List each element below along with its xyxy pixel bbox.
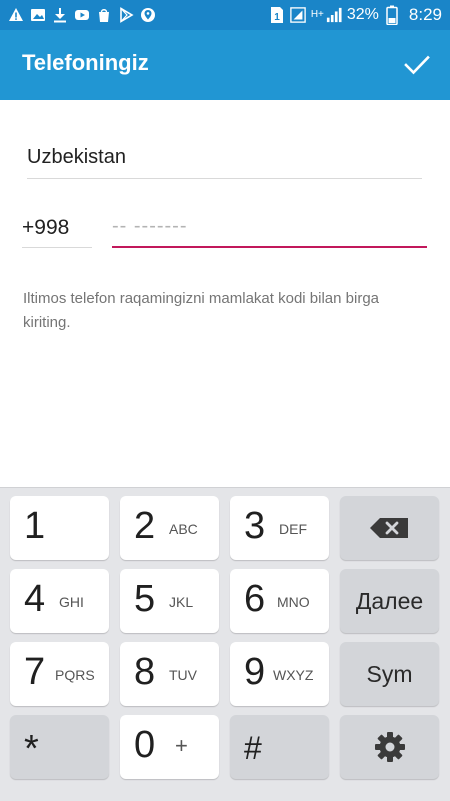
system-icons: 1 H+ 32% 8:29 <box>269 4 442 26</box>
key-symbol: # <box>244 730 262 766</box>
phone-input[interactable] <box>112 212 422 240</box>
gear-icon <box>340 715 439 779</box>
key-letters: JKL <box>169 594 194 610</box>
key-digit: 2 <box>134 505 156 547</box>
signal-strength-icon <box>326 7 342 23</box>
key-0[interactable]: 0 + <box>120 715 219 779</box>
sym-label: Sym <box>366 661 413 687</box>
key-digit: 4 <box>24 578 46 620</box>
notification-icons <box>8 5 156 25</box>
key-letters: MNO <box>277 594 310 610</box>
key-5[interactable]: 5 JKL <box>120 569 219 633</box>
sim-card-icon: 1 <box>269 7 285 23</box>
key-3[interactable]: 3 DEF <box>230 496 329 560</box>
signal-box-icon <box>290 7 306 23</box>
sym-key[interactable]: Sym <box>340 642 439 706</box>
key-digit: 6 <box>244 578 266 620</box>
hint-text: Iltimos telefon raqamingizni mamlakat ko… <box>23 290 380 331</box>
key-letters: DEF <box>279 521 307 537</box>
image-icon <box>30 7 46 23</box>
numeric-keyboard: 1 2 ABC 3 DEF 4 GHI 5 JKL 6 MNO Далее 7 … <box>0 487 450 801</box>
play-store-icon <box>118 7 134 23</box>
check-icon[interactable] <box>402 50 432 80</box>
warning-icon <box>8 7 24 23</box>
country-code-field[interactable]: +998 <box>22 210 92 248</box>
country-name: Uzbekistan <box>27 146 126 168</box>
key-6[interactable]: 6 MNO <box>230 569 329 633</box>
next-label: Далее <box>355 588 424 614</box>
key-letters: PQRS <box>55 667 95 683</box>
shopping-bag-icon <box>96 7 112 23</box>
key-plus: + <box>175 733 188 758</box>
key-digit: 0 <box>134 724 156 766</box>
battery-percent: 32% <box>346 6 379 23</box>
country-select[interactable]: Uzbekistan <box>27 140 422 179</box>
download-icon <box>52 7 68 23</box>
backspace-key[interactable] <box>340 496 439 560</box>
status-bar: 1 H+ 32% 8:29 <box>0 0 450 30</box>
youtube-icon <box>74 7 90 23</box>
settings-key[interactable] <box>340 715 439 779</box>
sim-label: 1 <box>274 12 280 23</box>
network-type-label: H+ <box>310 9 324 20</box>
key-letters: TUV <box>169 667 197 683</box>
key-star[interactable]: * <box>10 715 109 779</box>
phone-number-field[interactable] <box>112 208 427 248</box>
backspace-icon <box>340 496 439 560</box>
key-letters: WXYZ <box>273 667 314 683</box>
location-icon <box>140 7 156 23</box>
key-1[interactable]: 1 <box>10 496 109 560</box>
key-letters: ABC <box>169 521 198 537</box>
key-digit: 3 <box>244 505 266 547</box>
key-7[interactable]: 7 PQRS <box>10 642 109 706</box>
key-digit: 5 <box>134 578 156 620</box>
app-bar: Telefoningiz <box>0 30 450 100</box>
clock: 8:29 <box>408 5 442 24</box>
key-digit: 8 <box>134 651 156 693</box>
battery-icon <box>384 5 400 25</box>
key-4[interactable]: 4 GHI <box>10 569 109 633</box>
key-symbol: * <box>24 728 39 770</box>
key-digit: 7 <box>24 651 46 693</box>
key-digit: 9 <box>244 651 266 693</box>
key-9[interactable]: 9 WXYZ <box>230 642 329 706</box>
key-8[interactable]: 8 TUV <box>120 642 219 706</box>
key-2[interactable]: 2 ABC <box>120 496 219 560</box>
key-digit: 1 <box>24 505 46 547</box>
key-hash[interactable]: # <box>230 715 329 779</box>
page-title: Telefoningiz <box>22 50 149 75</box>
country-code: +998 <box>22 216 70 239</box>
key-letters: GHI <box>59 594 84 610</box>
next-key[interactable]: Далее <box>340 569 439 633</box>
